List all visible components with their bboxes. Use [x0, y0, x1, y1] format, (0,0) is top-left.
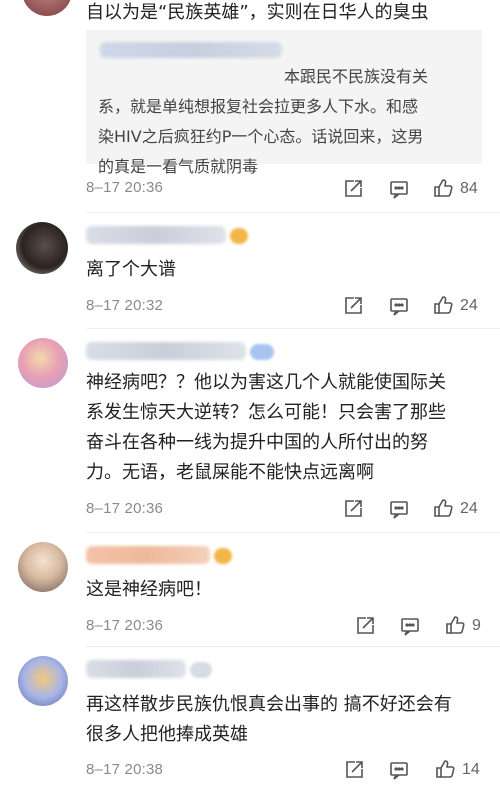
comment-icon[interactable] — [399, 615, 421, 637]
comment-text: 神经病吧？？他以为害这几个人就能使国际关 系发生惊天大逆转？怎么可能！只会害了那… — [86, 372, 446, 483]
quoted-text: 本跟民不民族没有关系，就是单纯想报复社会拉更多人下水。和感 染HIV之后疯狂约P… — [98, 32, 478, 182]
thumbs-up-icon[interactable] — [434, 758, 456, 780]
divider — [86, 646, 500, 647]
comment-timestamp: 8–17 20:36 — [86, 617, 164, 634]
divider — [86, 328, 500, 329]
divider — [86, 532, 500, 533]
comment-timestamp: 8–17 20:36 — [86, 179, 164, 196]
quoted-text-rest: 系，就是单纯想报复社会拉更多人下水。和感 染HIV之后疯狂约P一个心态。话说回来… — [98, 97, 424, 176]
username[interactable] — [86, 342, 246, 360]
share-icon[interactable] — [342, 178, 364, 200]
comment-icon[interactable] — [388, 295, 410, 317]
share-icon[interactable] — [343, 759, 365, 781]
thumbs-up-icon[interactable] — [432, 294, 454, 316]
comment-timestamp: 8–17 20:38 — [86, 761, 164, 778]
username[interactable] — [86, 546, 210, 564]
like-count: 24 — [460, 500, 478, 517]
share-icon[interactable] — [342, 295, 364, 317]
comment-icon[interactable] — [388, 498, 410, 520]
thumbs-up-icon[interactable] — [432, 177, 454, 199]
comment-text: 离了个大谱 — [86, 259, 176, 280]
username[interactable] — [86, 226, 226, 244]
comment-icon[interactable] — [388, 759, 410, 781]
comment-timestamp: 8–17 20:32 — [86, 297, 164, 314]
avatar[interactable] — [16, 222, 68, 274]
user-badge — [230, 228, 248, 244]
user-badge — [214, 548, 232, 564]
like-count: 9 — [472, 617, 481, 634]
thumbs-up-icon[interactable] — [432, 497, 454, 519]
thumbs-up-icon[interactable] — [444, 614, 466, 636]
user-badge — [190, 662, 212, 678]
share-icon[interactable] — [342, 498, 364, 520]
avatar[interactable] — [18, 542, 68, 592]
quoted-text-first-line: 本跟民不民族没有关 — [284, 67, 429, 86]
comment-text: 再这样散步民族仇恨真会出事的 搞不好还会有 很多人把他捧成英雄 — [86, 694, 452, 745]
avatar[interactable] — [18, 656, 68, 706]
username[interactable] — [86, 660, 186, 678]
like-count: 84 — [460, 180, 478, 197]
avatar[interactable] — [18, 338, 68, 388]
avatar[interactable] — [22, 0, 72, 16]
comment-text: 自以为是“民族英雄”，实则在日华人的臭虫 — [86, 2, 429, 23]
comment-timestamp: 8–17 20:36 — [86, 500, 164, 517]
divider — [86, 212, 500, 213]
comment-list: 自以为是“民族英雄”，实则在日华人的臭虫 本跟民不民族没有关系，就是单纯想报复社… — [0, 0, 500, 789]
share-icon[interactable] — [354, 615, 376, 637]
quoted-reply[interactable]: 本跟民不民族没有关系，就是单纯想报复社会拉更多人下水。和感 染HIV之后疯狂约P… — [86, 30, 482, 176]
comment-text: 这是神经病吧！ — [86, 579, 212, 600]
comment-icon[interactable] — [388, 178, 410, 200]
like-count: 24 — [460, 297, 478, 314]
user-badge — [250, 344, 274, 360]
like-count: 14 — [462, 761, 480, 778]
